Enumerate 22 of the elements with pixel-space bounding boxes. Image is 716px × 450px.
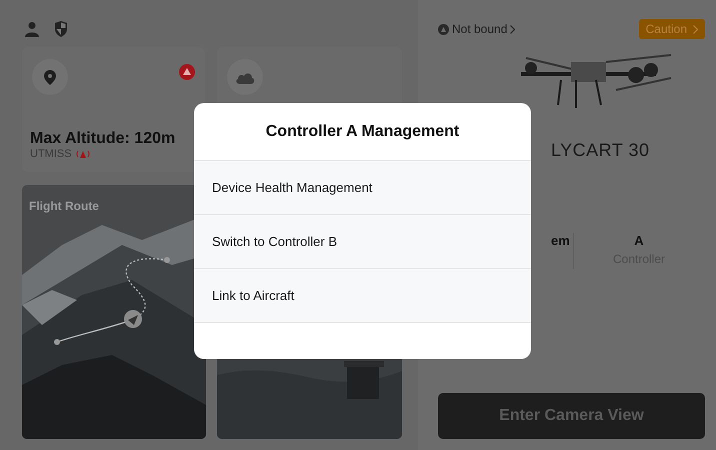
stat-value: em bbox=[551, 233, 570, 248]
location-pin-icon bbox=[44, 70, 56, 84]
binding-text: Not bound bbox=[452, 22, 508, 36]
person-icon[interactable] bbox=[24, 21, 40, 37]
enter-camera-view-button[interactable]: Enter Camera View bbox=[438, 393, 705, 439]
stat-value: A bbox=[634, 233, 644, 248]
status-dot-icon bbox=[438, 24, 449, 34]
flight-route-label: Flight Route bbox=[29, 199, 99, 213]
menu-item[interactable]: Link to Aircraft bbox=[194, 268, 531, 322]
chevron-icon bbox=[693, 24, 698, 34]
cloud-icon bbox=[235, 70, 255, 84]
max-altitude-text: Max Altitude: 120m bbox=[30, 130, 176, 148]
chevron-icon bbox=[510, 24, 516, 34]
dialog-title: Controller A Management bbox=[266, 122, 460, 140]
binding-status[interactable]: Not bound bbox=[438, 22, 516, 36]
menu-item[interactable]: Switch to Controller B bbox=[194, 214, 531, 268]
alert-badge-icon bbox=[179, 64, 195, 80]
aircraft-model-text: LYCART 30 bbox=[551, 140, 651, 161]
shield-icon[interactable] bbox=[54, 21, 68, 37]
menu-item[interactable]: Device Health Management bbox=[194, 160, 531, 214]
signal-tower-icon bbox=[76, 150, 90, 158]
caution-button[interactable]: Caution bbox=[638, 19, 705, 39]
